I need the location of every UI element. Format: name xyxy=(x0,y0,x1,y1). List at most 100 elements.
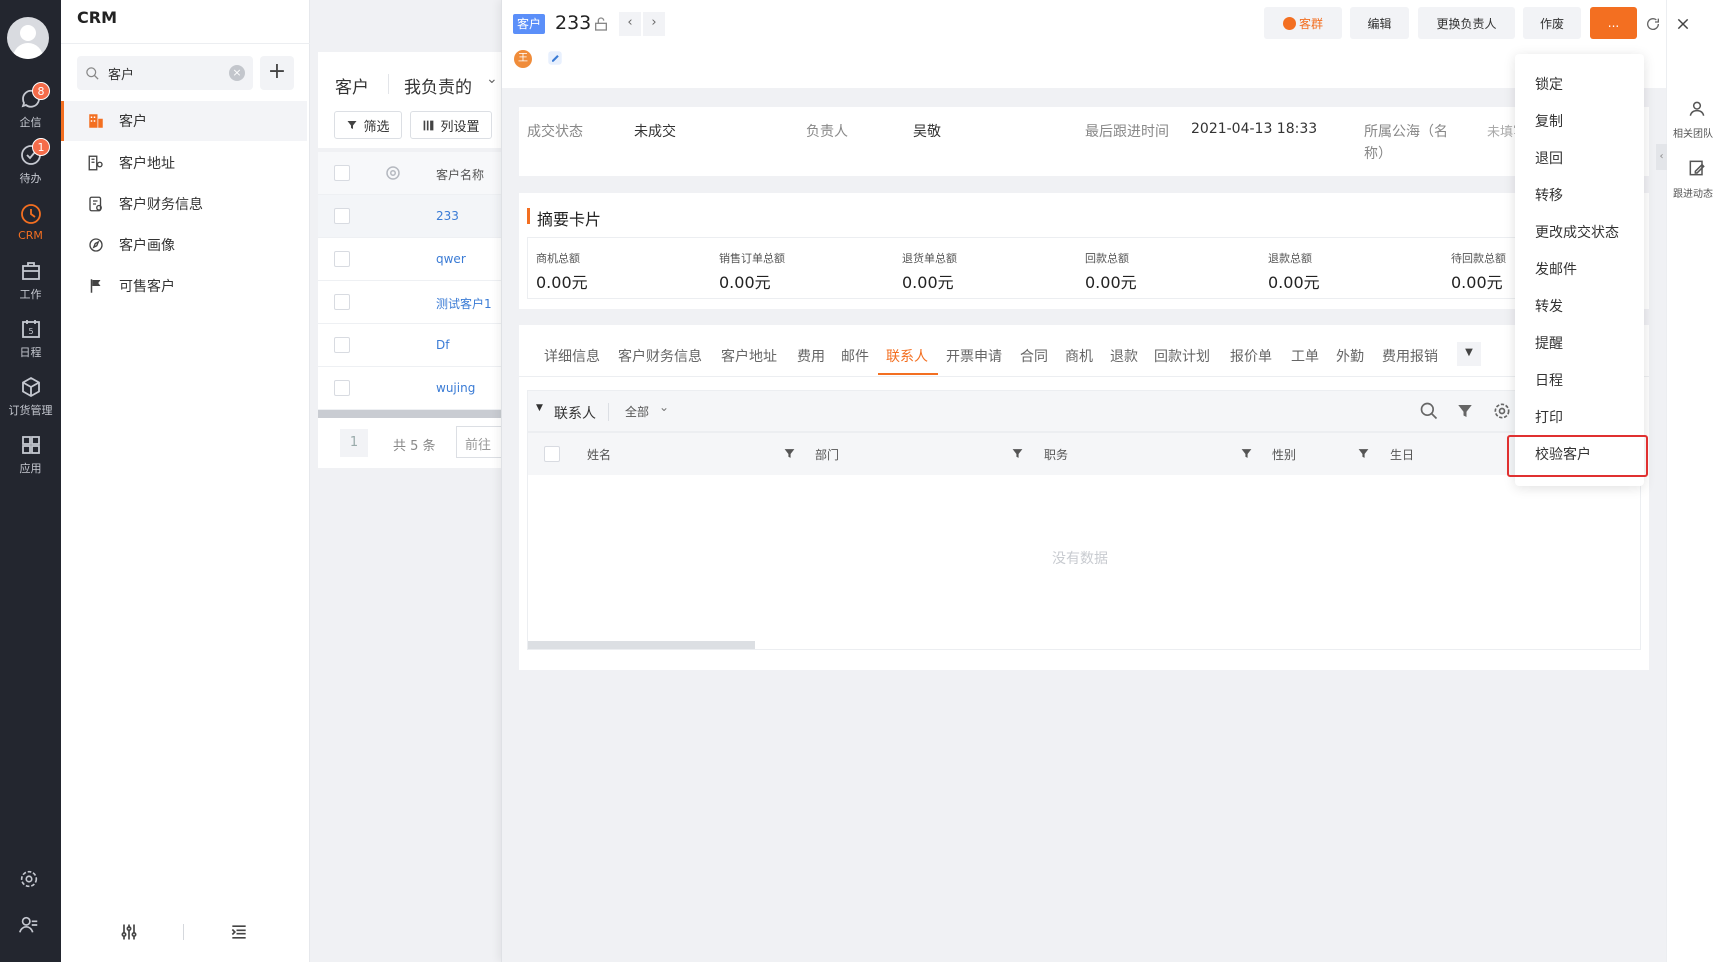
tab-field[interactable]: 外勤 xyxy=(1336,346,1364,366)
filter-icon[interactable] xyxy=(783,447,796,460)
tab-ticket[interactable]: 工单 xyxy=(1291,346,1319,366)
customer-group-button[interactable]: 客群 xyxy=(1264,7,1342,39)
team-label[interactable]: 相关团队 xyxy=(1673,125,1713,140)
pagination: 1 共 5 条 前往 xyxy=(318,418,502,468)
gear-icon[interactable] xyxy=(1492,401,1512,421)
tab-finance[interactable]: 客户财务信息 xyxy=(618,346,702,366)
prev-record-button[interactable]: ‹ xyxy=(619,12,641,36)
rail-item-work[interactable]: 工作 xyxy=(0,252,61,308)
rail-item-todo[interactable]: 待办 1 xyxy=(0,136,61,192)
menu-item-change-status[interactable]: 更改成交状态 xyxy=(1535,222,1619,242)
menu-item-schedule[interactable]: 日程 xyxy=(1535,370,1563,390)
tab-detail[interactable]: 详细信息 xyxy=(544,346,600,366)
refresh-icon[interactable] xyxy=(1645,16,1661,32)
table-row[interactable]: qwer xyxy=(318,238,502,281)
change-owner-button[interactable]: 更换负责人 xyxy=(1418,7,1515,39)
rail-item-schedule[interactable]: 5 日程 xyxy=(0,310,61,366)
scope-select[interactable]: 我负责的 xyxy=(404,73,472,98)
row-checkbox[interactable] xyxy=(334,294,350,310)
caret-down-icon[interactable]: ▼ xyxy=(536,403,543,413)
void-button[interactable]: 作废 xyxy=(1523,7,1581,39)
row-checkbox[interactable] xyxy=(334,380,350,396)
tab-contacts[interactable]: 联系人 xyxy=(886,346,928,366)
horizontal-scrollbar[interactable] xyxy=(528,641,755,649)
sliders-icon[interactable] xyxy=(119,922,139,942)
rail-item-apps[interactable]: 应用 xyxy=(0,426,61,482)
select-all-checkbox[interactable] xyxy=(334,165,350,181)
tab-contract[interactable]: 合同 xyxy=(1020,346,1048,366)
sidebar-item-address[interactable]: 客户地址 xyxy=(61,143,307,183)
edit-button[interactable]: 编辑 xyxy=(1350,7,1409,39)
tab-expense[interactable]: 费用 xyxy=(797,346,825,366)
rail-item-orders[interactable]: 订货管理 xyxy=(0,368,61,424)
tab-reimbursement[interactable]: 费用报销 xyxy=(1382,346,1438,366)
customer-link[interactable]: 测试客户1 xyxy=(436,295,492,312)
tab-mail[interactable]: 邮件 xyxy=(841,346,869,366)
tab-opportunity[interactable]: 商机 xyxy=(1065,346,1093,366)
rail-item-chat[interactable]: 企信 8 xyxy=(0,80,61,136)
followup-label[interactable]: 跟进动态 xyxy=(1673,185,1713,200)
tab-invoice[interactable]: 开票申请 xyxy=(946,346,1002,366)
rail-item-crm[interactable]: CRM xyxy=(0,194,61,250)
menu-item-forward[interactable]: 转发 xyxy=(1535,296,1563,316)
filter-button[interactable]: 筛选 xyxy=(334,111,402,139)
menu-item-copy[interactable]: 复制 xyxy=(1535,111,1563,131)
owner-avatar[interactable]: 王 xyxy=(514,50,532,68)
tab-payment-plan[interactable]: 回款计划 xyxy=(1154,346,1210,366)
page-number[interactable]: 1 xyxy=(340,429,368,457)
contacts-icon[interactable] xyxy=(18,914,40,936)
menu-item-return[interactable]: 退回 xyxy=(1535,148,1563,168)
menu-item-verify-customer[interactable]: 校验客户 xyxy=(1535,444,1591,464)
customer-link[interactable]: wujing xyxy=(436,381,475,395)
table-row[interactable]: wujing xyxy=(318,367,502,410)
close-icon[interactable] xyxy=(1675,16,1691,32)
settings-icon[interactable] xyxy=(18,868,40,890)
filter-icon[interactable] xyxy=(1357,447,1370,460)
horizontal-scrollbar[interactable] xyxy=(318,410,502,418)
tab-refund[interactable]: 退款 xyxy=(1110,346,1138,366)
search-value: 客户 xyxy=(108,67,135,83)
edit-note-icon[interactable] xyxy=(1687,158,1707,178)
table-row[interactable]: 测试客户1 xyxy=(318,281,502,324)
menu-item-transfer[interactable]: 转移 xyxy=(1535,185,1563,205)
tag-icon[interactable] xyxy=(546,49,564,67)
row-checkbox[interactable] xyxy=(334,337,350,353)
goto-page-input[interactable]: 前往 xyxy=(456,426,502,458)
collapse-menu-icon[interactable] xyxy=(229,922,249,942)
row-checkbox[interactable] xyxy=(334,208,350,224)
filter-icon[interactable] xyxy=(1011,447,1024,460)
search-input[interactable]: 客户 × xyxy=(77,56,253,90)
sidebar-item-customer[interactable]: 客户 xyxy=(61,101,307,141)
customer-link[interactable]: 233 xyxy=(436,209,459,223)
lock-open-icon[interactable] xyxy=(593,16,609,32)
more-tabs-button[interactable]: ▼ xyxy=(1457,342,1481,366)
team-icon[interactable] xyxy=(1687,99,1707,119)
menu-item-lock[interactable]: 锁定 xyxy=(1535,74,1563,94)
table-row[interactable]: Df xyxy=(318,324,502,367)
add-button[interactable]: + xyxy=(260,56,294,90)
customer-link[interactable]: Df xyxy=(436,338,449,352)
menu-item-print[interactable]: 打印 xyxy=(1535,407,1563,427)
tab-quote[interactable]: 报价单 xyxy=(1230,346,1272,366)
more-button[interactable]: ... xyxy=(1590,7,1637,39)
filter-icon[interactable] xyxy=(1240,447,1253,460)
clear-icon[interactable]: × xyxy=(229,65,245,81)
contacts-scope-select[interactable]: 全部 xyxy=(625,403,649,420)
select-all-checkbox[interactable] xyxy=(544,446,560,462)
search-icon[interactable] xyxy=(1419,401,1439,421)
filter-icon[interactable] xyxy=(1456,402,1474,420)
next-record-button[interactable]: › xyxy=(643,12,665,36)
menu-item-send-email[interactable]: 发邮件 xyxy=(1535,259,1577,279)
sidebar-item-finance[interactable]: 客户财务信息 xyxy=(61,184,307,224)
tab-address[interactable]: 客户地址 xyxy=(721,346,777,366)
menu-item-remind[interactable]: 提醒 xyxy=(1535,333,1563,353)
panel-toggle-handle[interactable]: ‹ xyxy=(1656,144,1667,170)
columns-button[interactable]: 列设置 xyxy=(410,111,492,139)
table-row[interactable]: 233 xyxy=(318,195,502,238)
sidebar-item-saleable[interactable]: 可售客户 xyxy=(61,266,307,306)
user-avatar[interactable] xyxy=(7,17,49,59)
customer-link[interactable]: qwer xyxy=(436,252,466,266)
sidebar-item-portrait[interactable]: 客户画像 xyxy=(61,225,307,265)
row-checkbox[interactable] xyxy=(334,251,350,267)
grid-icon xyxy=(21,435,40,454)
